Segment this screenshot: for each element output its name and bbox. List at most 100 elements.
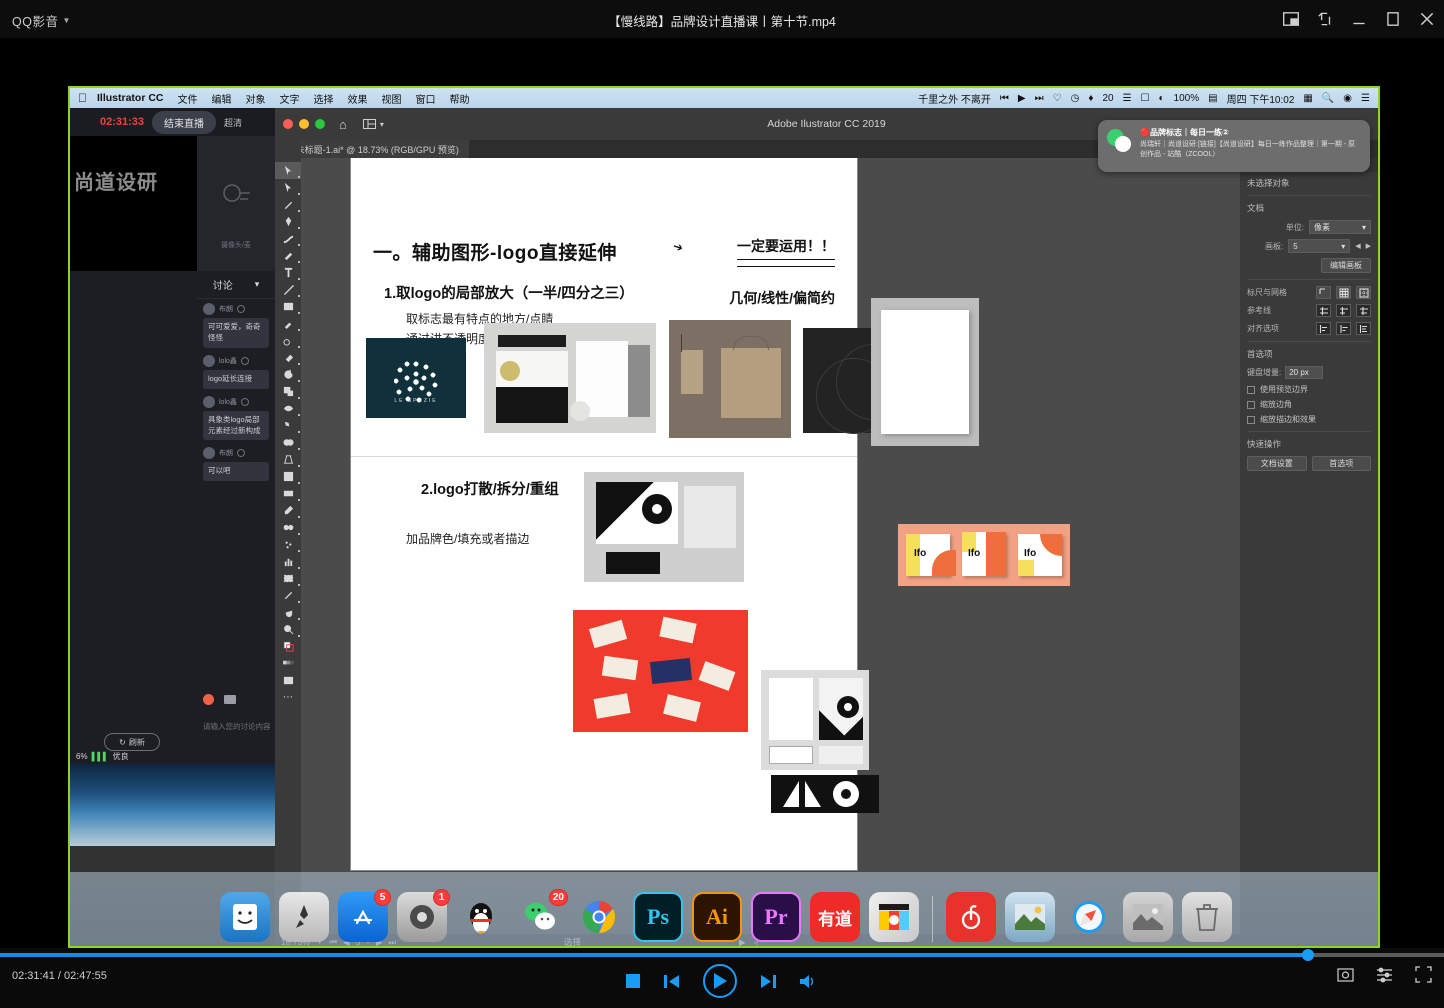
fullscreen-icon[interactable] bbox=[1415, 966, 1432, 983]
bluetooth-icon[interactable]: ☰ bbox=[1123, 93, 1132, 104]
rectangle-tool-icon[interactable] bbox=[275, 298, 301, 315]
media-play-icon[interactable]: ▶ bbox=[1018, 93, 1026, 104]
menu-select[interactable]: 选择 bbox=[314, 91, 334, 106]
symbol-sprayer-tool-icon[interactable] bbox=[275, 536, 301, 553]
shape-builder-tool-icon[interactable] bbox=[275, 434, 301, 451]
dock-photoshop[interactable]: Ps bbox=[633, 892, 683, 942]
next-button[interactable] bbox=[761, 974, 776, 989]
apple-logo-icon[interactable]:  bbox=[78, 91, 87, 105]
column-graph-tool-icon[interactable] bbox=[275, 553, 301, 570]
release-guides-icon[interactable] bbox=[1356, 304, 1371, 317]
previous-button[interactable] bbox=[664, 974, 679, 989]
preferences-button[interactable]: 首选项 bbox=[1312, 456, 1372, 471]
mesh-tool-icon[interactable] bbox=[275, 468, 301, 485]
direct-selection-tool-icon[interactable] bbox=[275, 179, 301, 196]
close-button[interactable] bbox=[1418, 10, 1436, 28]
dock-wechat[interactable]: 20 bbox=[515, 892, 565, 942]
toolbar-overflow-icon[interactable]: ⋯ bbox=[275, 689, 301, 706]
dock-preview-doc[interactable] bbox=[1123, 892, 1173, 942]
pen-tool-icon[interactable] bbox=[275, 213, 301, 230]
zoom-icon[interactable] bbox=[315, 119, 325, 129]
video-canvas[interactable]:  Illustrator CC 文件 编辑 对象 文字 选择 效果 视图 窗口… bbox=[0, 38, 1444, 948]
rulers-icon[interactable] bbox=[1316, 286, 1331, 299]
heart-icon[interactable]: ♡ bbox=[1053, 93, 1062, 104]
artboard-select[interactable]: 5 ▾ bbox=[1288, 239, 1350, 253]
artboard-next-icon[interactable]: ▶ bbox=[1366, 242, 1371, 250]
artboard-tool-icon[interactable] bbox=[275, 570, 301, 587]
selection-tool-icon[interactable] bbox=[275, 162, 301, 179]
perspective-grid-tool-icon[interactable] bbox=[275, 451, 301, 468]
eyedropper-tool-icon[interactable] bbox=[275, 502, 301, 519]
menu-effect[interactable]: 效果 bbox=[348, 91, 368, 106]
keyboard-increment-input[interactable]: 20 px bbox=[1285, 366, 1323, 379]
rotate-tool-icon[interactable] bbox=[275, 366, 301, 383]
unit-select[interactable]: 像素 ▾ bbox=[1309, 220, 1371, 234]
chat-reply-icon[interactable] bbox=[237, 305, 245, 313]
home-icon[interactable]: ⌂ bbox=[339, 117, 347, 132]
seek-handle[interactable] bbox=[1302, 949, 1314, 961]
live-video-preview[interactable]: 尚道设研 摄像头/麦 bbox=[70, 136, 275, 271]
live-stream-panel[interactable]: 02:31:33 结束直播 超清 尚道设研 摄像头/麦 讨论 ▾ bbox=[70, 108, 275, 846]
dock-launchpad[interactable] bbox=[279, 892, 329, 942]
menu-window[interactable]: 窗口 bbox=[416, 91, 436, 106]
emoji-icon[interactable] bbox=[203, 694, 214, 705]
media-previous-icon[interactable]: ⏮ bbox=[1000, 93, 1009, 104]
pencil-tool-icon[interactable] bbox=[275, 332, 301, 349]
spotlight-search-icon[interactable]: 🔍 bbox=[1322, 93, 1334, 104]
curvature-tool-icon[interactable] bbox=[275, 230, 301, 247]
menubar-app-name[interactable]: Illustrator CC bbox=[97, 92, 164, 104]
share-icon[interactable] bbox=[1316, 10, 1334, 28]
dock-trash[interactable] bbox=[1182, 892, 1232, 942]
camera-preview[interactable]: 摄像头/麦 bbox=[197, 136, 275, 271]
play-button[interactable] bbox=[703, 964, 737, 998]
chat-toolbar[interactable] bbox=[197, 687, 275, 711]
chat-reply-icon[interactable] bbox=[237, 449, 245, 457]
illustrator-canvas[interactable]: 一。辅助图形-logo直接延伸 ➔ 一定要运用！！ 几何/线性/偏简约 1.取l… bbox=[301, 158, 1240, 934]
minimize-icon[interactable] bbox=[299, 119, 309, 129]
screen-mode-icon[interactable] bbox=[275, 672, 301, 689]
checkbox-icon[interactable] bbox=[1247, 386, 1255, 394]
align-right-icon[interactable] bbox=[1356, 322, 1371, 335]
chat-reply-icon[interactable] bbox=[241, 357, 249, 365]
eraser-tool-icon[interactable] bbox=[275, 349, 301, 366]
scale-tool-icon[interactable] bbox=[275, 383, 301, 400]
player-right-controls[interactable] bbox=[1337, 966, 1432, 983]
align-center-icon[interactable] bbox=[1336, 322, 1351, 335]
maximize-button[interactable] bbox=[1384, 10, 1402, 28]
picture-in-picture-icon[interactable] bbox=[1282, 10, 1300, 28]
free-transform-tool-icon[interactable] bbox=[275, 417, 301, 434]
grid-icon[interactable] bbox=[1336, 286, 1351, 299]
wifi-icon[interactable]: ◐ bbox=[1159, 93, 1165, 104]
dropbox-icon[interactable]: ♦ bbox=[1088, 93, 1093, 104]
dock-premiere-pro[interactable]: Pr bbox=[751, 892, 801, 942]
dock-google-chrome[interactable] bbox=[574, 892, 624, 942]
stop-button[interactable] bbox=[626, 974, 640, 988]
menubar-clock[interactable]: 周四 下午10:02 bbox=[1227, 91, 1295, 106]
siri-icon[interactable]: ◉ bbox=[1343, 93, 1352, 104]
checkbox-preview-bounds[interactable]: 使用预览边界 bbox=[1247, 384, 1371, 395]
line-segment-tool-icon[interactable] bbox=[275, 281, 301, 298]
player-controls[interactable]: 02:31:41 / 02:47:55 bbox=[0, 948, 1444, 1008]
quality-selector[interactable]: 超清 bbox=[224, 116, 242, 129]
width-tool-icon[interactable] bbox=[275, 400, 301, 417]
end-live-button[interactable]: 结束直播 bbox=[152, 111, 216, 134]
folder-icon[interactable] bbox=[224, 695, 236, 704]
paintbrush-tool-icon[interactable] bbox=[275, 315, 301, 332]
type-tool-icon[interactable] bbox=[275, 264, 301, 281]
arrange-documents-icon[interactable]: ▾ bbox=[363, 119, 384, 129]
document-setup-button[interactable]: 文档设置 bbox=[1247, 456, 1307, 471]
dock-safari[interactable] bbox=[1064, 892, 1114, 942]
transport-controls[interactable] bbox=[0, 964, 1444, 998]
calendar-icon[interactable]: ▦ bbox=[1303, 93, 1312, 104]
transparency-grid-icon[interactable] bbox=[1356, 286, 1371, 299]
fill-stroke-swatch[interactable] bbox=[275, 638, 301, 655]
dock-netease-music[interactable] bbox=[946, 892, 996, 942]
menu-type[interactable]: 文字 bbox=[280, 91, 300, 106]
chat-reply-icon[interactable] bbox=[241, 398, 249, 406]
dock-youdao[interactable]: 有道 bbox=[810, 892, 860, 942]
checkbox-icon[interactable] bbox=[1247, 401, 1255, 409]
volume-button[interactable] bbox=[800, 974, 818, 989]
illustrator-toolbar[interactable]: ⋯ bbox=[275, 140, 301, 948]
gradient-tool-icon[interactable] bbox=[275, 485, 301, 502]
show-guides-icon[interactable] bbox=[1316, 304, 1331, 317]
